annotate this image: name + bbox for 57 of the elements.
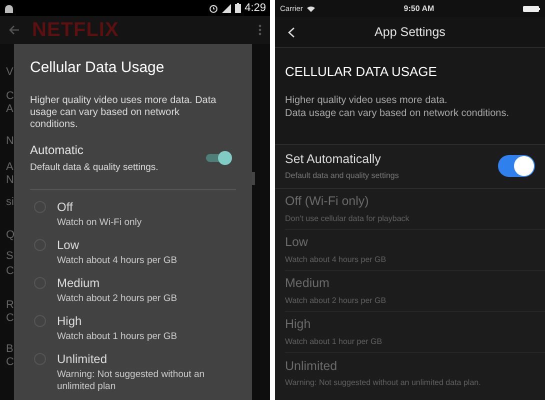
dialog-title: Cellular Data Usage xyxy=(30,58,166,78)
option-description: Watch on Wi-Fi only xyxy=(57,216,143,229)
option-label: Low xyxy=(285,234,309,252)
option-label: Unlimited xyxy=(285,358,338,375)
section-title: CELLULAR DATA USAGE xyxy=(285,63,438,81)
background-text: S xyxy=(6,250,14,262)
background-text: A xyxy=(6,103,14,115)
option-label: Low xyxy=(57,236,80,254)
section-description: Higher quality video uses more data. Data usage can vary based on network conditions. xyxy=(285,94,510,120)
option-label: Unlimited xyxy=(57,350,108,368)
background-text: si xyxy=(6,196,14,208)
signal-icon xyxy=(222,4,231,12)
background-text: C xyxy=(6,90,14,102)
back-chevron-icon[interactable] xyxy=(288,26,295,38)
background-text: N xyxy=(6,135,14,147)
background-text: N xyxy=(6,174,14,186)
setting-label: Automatic xyxy=(30,142,84,158)
option-description: Don't use cellular data for playback xyxy=(285,212,410,225)
option-label: Off (Wi-Fi only) xyxy=(285,193,370,210)
background-text: B xyxy=(6,343,14,355)
background-text: V xyxy=(6,66,14,78)
setting-description: Default data & quality settings. xyxy=(30,160,160,174)
option-label: Off xyxy=(57,198,74,216)
background-text: C xyxy=(6,312,14,324)
status-time: 9:50 AM xyxy=(404,2,434,14)
status-time: 4:29 xyxy=(244,0,266,16)
option-description: Watch about 4 hours per GB xyxy=(285,254,388,266)
background-text: C xyxy=(6,356,14,368)
background-text: R xyxy=(6,299,14,311)
alarm-icon xyxy=(208,4,218,12)
option-description: Warning: Not suggested without an unlimited data plan. xyxy=(285,377,482,390)
setting-label: Set Automatically xyxy=(285,151,382,168)
wifi-icon xyxy=(306,6,315,12)
option-description: Watch about 4 hours per GB xyxy=(57,254,178,267)
background-text: Q xyxy=(6,229,14,241)
battery-icon xyxy=(523,6,540,12)
option-description: Warning: Not suggested without an unlimited plan xyxy=(57,368,206,393)
dialog-description: Higher quality video uses more data. Data usage can vary based on network conditions. xyxy=(30,94,218,130)
logo: NETFLIX xyxy=(32,20,119,40)
option-label: Medium xyxy=(57,274,101,292)
background-text: A xyxy=(6,161,14,173)
screen-title: App Settings xyxy=(374,24,446,41)
option-description: Watch about 1 hours per GB xyxy=(57,330,178,343)
option-description: Watch about 1 hour per GB xyxy=(285,336,384,348)
back-arrow-icon[interactable] xyxy=(8,25,20,35)
option-label: Medium xyxy=(285,275,330,292)
option-description: Watch about 2 hours per GB xyxy=(285,294,388,307)
android-robot-icon xyxy=(4,4,14,12)
option-label: High xyxy=(57,312,83,330)
option-description: Watch about 2 hours per GB xyxy=(57,292,178,305)
battery-icon xyxy=(234,3,241,13)
toggle-switch[interactable] xyxy=(498,155,535,177)
setting-description: Default data and quality settings xyxy=(285,170,400,182)
background-text: C xyxy=(6,265,14,277)
more-icon[interactable] xyxy=(258,24,262,36)
toggle-switch[interactable] xyxy=(206,150,232,165)
option-label: High xyxy=(285,316,312,334)
